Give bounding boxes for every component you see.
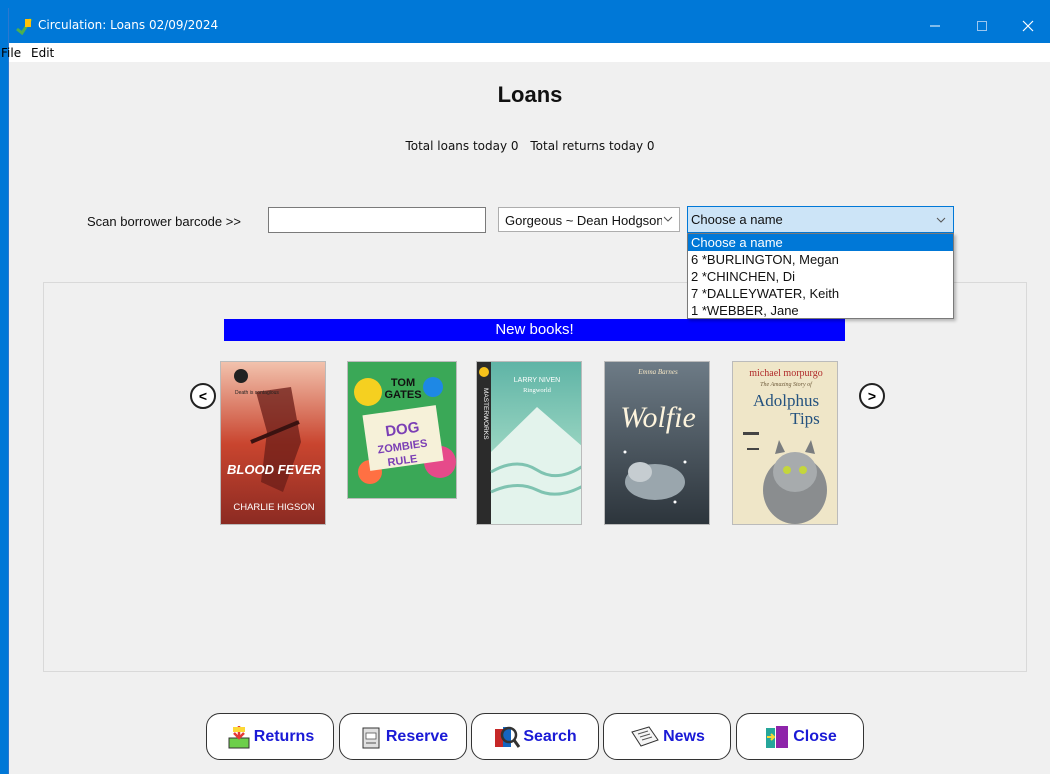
minimize-button[interactable] <box>912 8 958 43</box>
close-icon <box>1022 20 1034 31</box>
book-cover[interactable]: MASTERWORKS LARRY NIVEN Ringworld <box>476 361 582 525</box>
svg-text:Emma Barnes: Emma Barnes <box>637 368 678 376</box>
close-window-button[interactable] <box>1005 8 1050 43</box>
window-title: Circulation: Loans 02/09/2024 <box>38 18 219 32</box>
app-window: Circulation: Loans 02/09/2024 File Edit … <box>1 8 1050 774</box>
maximize-button[interactable] <box>959 8 1005 43</box>
reserve-button[interactable]: Reserve <box>339 713 467 760</box>
svg-text:TOM: TOM <box>391 377 415 389</box>
svg-text:Tips: Tips <box>790 409 820 428</box>
close-button[interactable]: Close <box>736 713 864 760</box>
name-option[interactable]: 1 *WEBBER, Jane <box>688 302 953 319</box>
returns-icon <box>228 725 250 748</box>
name-dropdown-list: Choose a name 6 *BURLINGTON, Megan 2 *CH… <box>687 233 954 319</box>
page-title: Loans <box>497 82 563 107</box>
news-button[interactable]: News <box>603 713 731 760</box>
returns-label: Returns <box>253 727 315 745</box>
svg-text:The Amazing Story of: The Amazing Story of <box>760 381 813 388</box>
name-option[interactable]: Choose a name <box>688 234 953 251</box>
prev-books-button[interactable]: < <box>190 383 216 409</box>
title-bar: Circulation: Loans 02/09/2024 <box>9 8 1050 43</box>
next-books-button[interactable]: > <box>859 383 885 409</box>
book-cover[interactable]: michael morpurgo The Amazing Story of Ad… <box>732 361 838 525</box>
chevron-left-icon: < <box>198 388 208 404</box>
book-select[interactable]: Gorgeous ~ Dean Hodgson <box>498 207 680 232</box>
chevron-down-icon <box>662 211 674 227</box>
totals-line: Total loans today 0 Total returns today … <box>9 139 1050 153</box>
close-label: Close <box>793 727 837 745</box>
search-button[interactable]: Search <box>471 713 599 760</box>
book-cover-art: michael morpurgo The Amazing Story of Ad… <box>733 362 837 524</box>
returns-button[interactable]: Returns <box>206 713 334 760</box>
new-books-banner: New books! <box>224 319 845 341</box>
borrower-barcode-input[interactable] <box>268 207 486 233</box>
book-cover[interactable]: BLOOD FEVER CHARLIE HIGSON Death is cont… <box>220 361 326 525</box>
total-returns: Total returns today 0 <box>530 139 655 153</box>
news-label: News <box>663 727 705 745</box>
book-cover-art: TOM GATES DOG ZOMBIES RULE <box>348 362 456 498</box>
reserve-label: Reserve <box>385 727 449 745</box>
svg-text:Adolphus: Adolphus <box>753 391 819 410</box>
svg-text:Wolfie: Wolfie <box>620 401 696 434</box>
book-author: CHARLIE HIGSON <box>233 502 314 513</box>
book-cover-tagline: Death is contagious <box>235 390 279 396</box>
search-label: Search <box>523 727 577 745</box>
svg-text:LARRY NIVEN: LARRY NIVEN <box>514 377 560 384</box>
name-select-value: Choose a name <box>691 212 783 227</box>
book-cover[interactable]: TOM GATES DOG ZOMBIES RULE <box>347 361 457 499</box>
svg-text:michael morpurgo: michael morpurgo <box>749 368 822 379</box>
exit-door-icon <box>766 725 789 748</box>
search-icon <box>495 726 521 748</box>
menu-bar: File Edit <box>1 43 1050 62</box>
name-select[interactable]: Choose a name <box>687 206 954 233</box>
total-loans: Total loans today 0 <box>405 139 519 153</box>
reserve-icon <box>362 727 380 748</box>
menu-file[interactable]: File <box>1 46 21 60</box>
scan-barcode-label: Scan borrower barcode >> <box>87 214 241 229</box>
svg-text:Ringworld: Ringworld <box>523 387 552 394</box>
name-option[interactable]: 2 *CHINCHEN, Di <box>688 268 953 285</box>
chevron-right-icon: > <box>867 388 877 404</box>
book-select-value: Gorgeous ~ Dean Hodgson <box>505 213 664 228</box>
new-books-panel: New books! < BLOOD FEVER CHARLIE HIGSON … <box>43 282 1027 672</box>
book-title: BLOOD FEVER <box>227 462 322 477</box>
newspaper-icon <box>631 725 659 747</box>
app-icon <box>16 18 33 35</box>
menu-edit[interactable]: Edit <box>31 46 54 60</box>
book-cover[interactable]: Emma Barnes Wolfie <box>604 361 710 525</box>
minimize-icon <box>930 25 940 26</box>
book-cover-art: MASTERWORKS LARRY NIVEN Ringworld <box>477 362 581 524</box>
svg-text:MASTERWORKS: MASTERWORKS <box>482 388 489 440</box>
svg-text:GATES: GATES <box>384 389 421 401</box>
name-option[interactable]: 6 *BURLINGTON, Megan <box>688 251 953 268</box>
name-option[interactable]: 7 *DALLEYWATER, Keith <box>688 285 953 302</box>
maximize-icon <box>977 20 987 31</box>
chevron-down-icon <box>936 217 946 223</box>
book-cover-art: Emma Barnes Wolfie <box>605 362 709 524</box>
book-cover-art: BLOOD FEVER CHARLIE HIGSON Death is cont… <box>221 362 325 524</box>
